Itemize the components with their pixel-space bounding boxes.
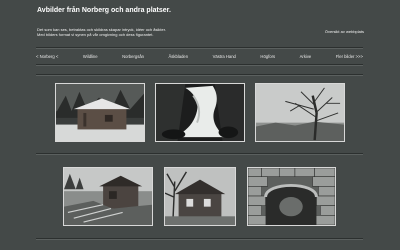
page-title: Avbilder från Norberg och andra platser. <box>37 7 171 14</box>
divider-top <box>36 47 363 49</box>
cabin-in-snow-photo[interactable] <box>55 83 145 142</box>
abandoned-house-photo[interactable] <box>164 167 236 226</box>
divider-gallery-middle <box>36 153 363 155</box>
intro-line-2: Med bilders format vi synen på vår omgiv… <box>37 32 154 37</box>
nav-item-more-pictures[interactable]: Fler bilder >>> <box>336 54 363 59</box>
nav-item-norberg[interactable]: < Norberg < <box>36 54 58 59</box>
bare-tree-photo[interactable] <box>255 83 345 142</box>
nav-item-arkive[interactable]: Arkive <box>300 54 312 59</box>
waterfall-photo[interactable] <box>155 83 245 142</box>
nav-item-vastra-hand[interactable]: Västra Hand <box>213 54 236 59</box>
nav-item-askbladen[interactable]: Åskbladen <box>169 54 189 59</box>
intro-text: Det som kan ses, betraktas och skildras … <box>37 27 166 37</box>
stone-arch-photo[interactable] <box>247 167 336 226</box>
divider-gallery-top <box>36 74 363 76</box>
divider-bottom <box>36 238 363 240</box>
main-nav: < Norberg < Wildline Norbergsån Åskblade… <box>36 52 363 61</box>
divider-nav-bottom <box>36 64 363 66</box>
old-barn-photo[interactable] <box>63 167 153 226</box>
nav-item-wildline[interactable]: Wildline <box>83 54 98 59</box>
nav-item-norbergsan[interactable]: Norbergsån <box>122 54 144 59</box>
site-overview-link[interactable]: Översikt av webbplats <box>325 29 364 34</box>
nav-item-hogfors[interactable]: Högfors <box>260 54 275 59</box>
